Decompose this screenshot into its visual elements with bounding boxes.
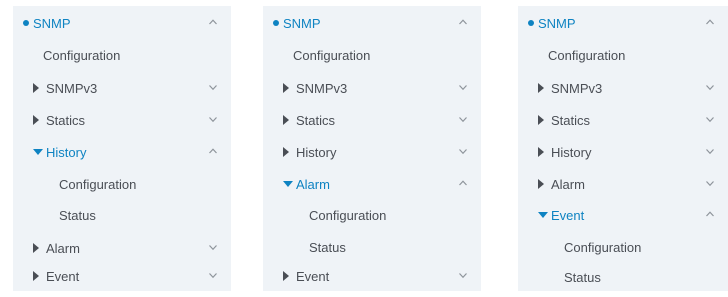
menu-item-alarm[interactable]: Alarm (263, 169, 481, 199)
triangle-right-icon (538, 147, 544, 157)
chevron-up-icon[interactable] (206, 144, 220, 158)
menu-item-label: Event (551, 207, 585, 223)
chevron-up-icon[interactable] (456, 15, 470, 29)
menu-item-statics[interactable]: Statics (518, 105, 728, 135)
menu-item-configuration[interactable]: Configuration (518, 40, 728, 70)
menu-item-label: Alarm (296, 176, 330, 192)
menu-item-label: SNMPv3 (46, 80, 98, 96)
chevron-down-icon[interactable] (206, 268, 220, 282)
triangle-right-icon (33, 115, 39, 125)
menu-item-statics[interactable]: Statics (263, 105, 481, 135)
chevron-up-icon[interactable] (206, 15, 220, 29)
menu-item-label: Configuration (548, 47, 626, 63)
snmp-menu-panel: SNMP Configuration SNMPv3 Statics Histor… (13, 6, 231, 291)
menu-item-event[interactable]: Event (263, 261, 481, 291)
chevron-down-icon[interactable] (206, 80, 220, 94)
menu-item-label: Statics (296, 112, 336, 128)
menu-item-label: Event (296, 268, 330, 284)
menu-item-label: Statics (46, 112, 86, 128)
submenu-item-status[interactable]: Status (263, 232, 481, 262)
menu-root-label: SNMP (283, 15, 321, 31)
triangle-right-icon (33, 243, 39, 253)
triangle-right-icon (538, 83, 544, 93)
chevron-down-icon[interactable] (206, 240, 220, 254)
triangle-down-icon (538, 212, 548, 218)
chevron-down-icon[interactable] (703, 144, 717, 158)
menu-item-configuration[interactable]: Configuration (263, 40, 481, 70)
menu-item-alarm[interactable]: Alarm (518, 169, 728, 199)
triangle-right-icon (283, 271, 289, 281)
chevron-up-icon[interactable] (703, 207, 717, 221)
submenu-item-label: Configuration (59, 176, 137, 192)
menu-item-snmpv3[interactable]: SNMPv3 (13, 73, 231, 103)
submenu-item-label: Status (59, 207, 96, 223)
triangle-right-icon (33, 271, 39, 281)
chevron-down-icon[interactable] (456, 112, 470, 126)
menu-item-configuration[interactable]: Configuration (13, 40, 231, 70)
menu-item-alarm[interactable]: Alarm (13, 233, 231, 263)
bullet-dot-icon (273, 20, 279, 26)
menu-root-snmp[interactable]: SNMP (518, 8, 728, 38)
triangle-right-icon (283, 83, 289, 93)
menu-item-label: Alarm (551, 176, 585, 192)
chevron-down-icon[interactable] (703, 112, 717, 126)
chevron-down-icon[interactable] (703, 176, 717, 190)
menu-item-label: Statics (551, 112, 591, 128)
triangle-right-icon (283, 147, 289, 157)
triangle-down-icon (33, 149, 43, 155)
menu-root-label: SNMP (538, 15, 576, 31)
triangle-right-icon (538, 115, 544, 125)
chevron-down-icon[interactable] (206, 112, 220, 126)
submenu-item-label: Configuration (309, 207, 387, 223)
bullet-dot-icon (528, 20, 534, 26)
menu-root-snmp[interactable]: SNMP (263, 8, 481, 38)
menu-item-label: History (296, 144, 337, 160)
menu-item-history[interactable]: History (13, 137, 231, 167)
triangle-right-icon (538, 179, 544, 189)
menu-item-label: SNMPv3 (296, 80, 348, 96)
submenu-item-label: Status (309, 239, 346, 255)
submenu-item-configuration[interactable]: Configuration (518, 232, 728, 262)
menu-item-label: Event (46, 268, 80, 284)
menu-item-label: Configuration (293, 47, 371, 63)
chevron-down-icon[interactable] (456, 80, 470, 94)
triangle-right-icon (283, 115, 289, 125)
bullet-dot-icon (23, 20, 29, 26)
menu-item-label: Alarm (46, 240, 80, 256)
menu-item-label: Configuration (43, 47, 121, 63)
submenu-item-label: Status (564, 269, 601, 285)
chevron-down-icon[interactable] (456, 144, 470, 158)
chevron-up-icon[interactable] (703, 15, 717, 29)
chevron-down-icon[interactable] (703, 80, 717, 94)
menu-item-label: History (46, 144, 87, 160)
triangle-down-icon (283, 181, 293, 187)
submenu-item-configuration[interactable]: Configuration (13, 169, 231, 199)
menu-root-label: SNMP (33, 15, 71, 31)
menu-item-snmpv3[interactable]: SNMPv3 (518, 73, 728, 103)
menu-item-label: History (551, 144, 592, 160)
menu-item-label: SNMPv3 (551, 80, 603, 96)
snmp-menu-panel: SNMP Configuration SNMPv3 Statics Histor… (263, 6, 481, 291)
menu-item-history[interactable]: History (518, 137, 728, 167)
chevron-up-icon[interactable] (456, 176, 470, 190)
submenu-item-status[interactable]: Status (13, 200, 231, 230)
submenu-item-status[interactable]: Status (518, 262, 728, 292)
chevron-down-icon[interactable] (456, 268, 470, 282)
menu-item-history[interactable]: History (263, 137, 481, 167)
menu-item-statics[interactable]: Statics (13, 105, 231, 135)
menu-item-event[interactable]: Event (518, 200, 728, 230)
submenu-item-configuration[interactable]: Configuration (263, 200, 481, 230)
snmp-menu-panel: SNMP Configuration SNMPv3 Statics Histor… (518, 6, 728, 291)
submenu-item-label: Configuration (564, 239, 642, 255)
menu-item-snmpv3[interactable]: SNMPv3 (263, 73, 481, 103)
menu-root-snmp[interactable]: SNMP (13, 8, 231, 38)
menu-item-event[interactable]: Event (13, 261, 231, 291)
triangle-right-icon (33, 83, 39, 93)
